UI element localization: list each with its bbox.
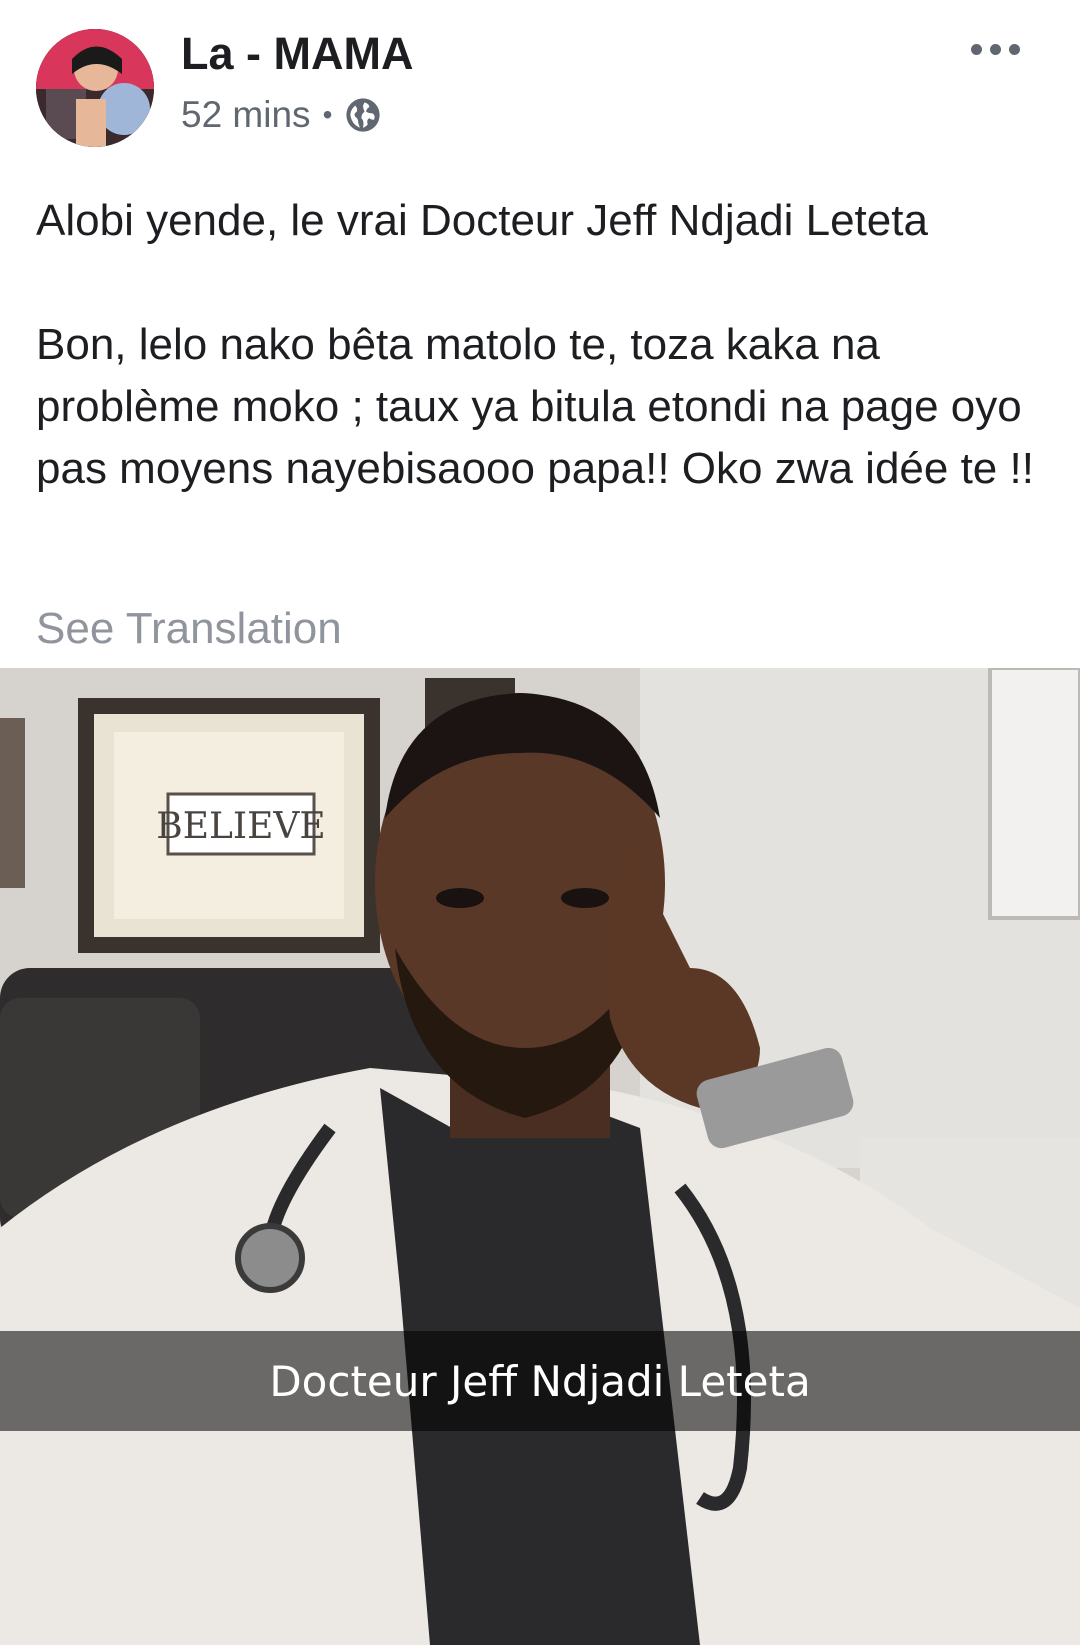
doctor-photo-illustration: BELIEVE [0,668,1080,1645]
page-avatar[interactable] [36,29,154,147]
photo-caption-bar: Docteur Jeff Ndjadi Leteta [0,1331,1080,1431]
post-meta: 52 mins • [181,94,382,136]
more-dot [1009,44,1020,55]
post-header: La - MAMA 52 mins • [0,0,1080,160]
post-photo[interactable]: BELIEVE Docteur Jeff Ndjadi Leteta [0,668,1080,1645]
more-dot [990,44,1001,55]
post-paragraph: Alobi yende, le vrai Docteur Jeff Ndjadi… [36,196,928,245]
globe-icon [346,98,380,132]
believe-sign-text: BELIEVE [156,806,325,847]
post-paragraph: Bon, lelo nako bêta matolo te, toza kaka… [36,320,1034,493]
more-dot [971,44,982,55]
photo-caption: Docteur Jeff Ndjadi Leteta [269,1356,811,1406]
meta-separator: • [322,99,333,130]
post-message: Alobi yende, le vrai Docteur Jeff Ndjadi… [36,190,1046,500]
post-timestamp[interactable]: 52 mins [181,94,311,136]
more-options-icon[interactable] [965,38,1026,61]
page-name-link[interactable]: La - MAMA [181,28,413,80]
see-translation-link[interactable]: See Translation [36,604,342,654]
